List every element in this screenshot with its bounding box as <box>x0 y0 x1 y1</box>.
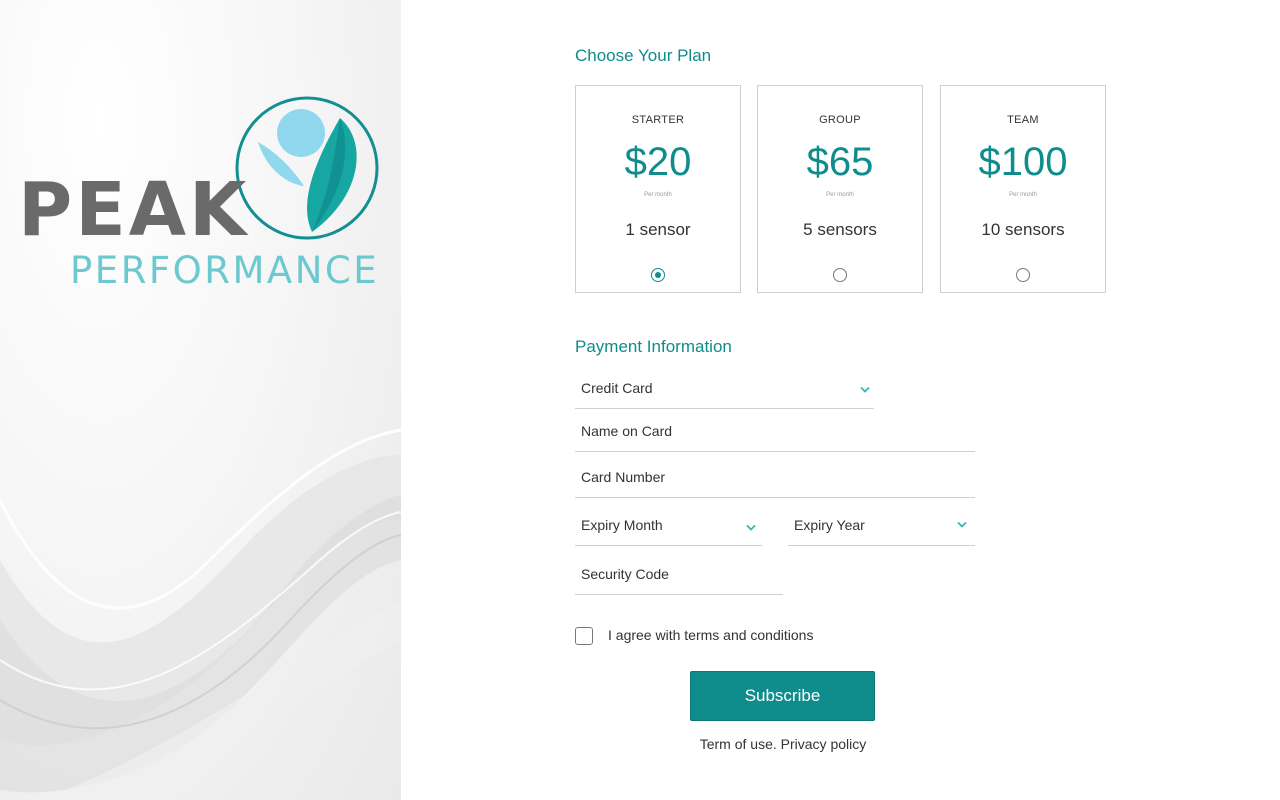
plan-price: $100 <box>978 140 1068 184</box>
expiry-month-placeholder: Expiry Month <box>581 517 663 533</box>
logo-peak-text: PEAK <box>18 167 249 253</box>
plan-radio-starter[interactable] <box>651 268 665 282</box>
brand-panel: PEAK PERFORMANCE <box>0 0 401 800</box>
plan-name: STARTER <box>631 114 685 126</box>
payment-info-title: Payment Information <box>575 337 732 356</box>
footer-links: Term of use. Privacy policy <box>575 736 991 752</box>
terms-checkbox[interactable] <box>575 627 593 645</box>
plan-sensors: 1 sensor <box>625 220 691 239</box>
name-on-card-placeholder: Name on Card <box>581 423 673 439</box>
chevron-down-icon <box>860 386 870 393</box>
terms-of-use-link[interactable]: Term of use. <box>700 736 777 752</box>
card-number-field[interactable]: Card Number <box>575 459 975 498</box>
plan-radio-group[interactable] <box>833 268 847 282</box>
card-number-placeholder: Card Number <box>581 469 666 485</box>
plan-card-group[interactable]: GROUP $65 Per month 5 sensors <box>757 85 923 293</box>
privacy-policy-link[interactable]: Privacy policy <box>781 736 867 752</box>
chevron-down-icon <box>746 524 756 531</box>
plan-period: Per month <box>644 192 672 198</box>
payment-method-value: Credit Card <box>581 380 653 396</box>
plan-name: TEAM <box>1007 114 1039 126</box>
plan-radio-team[interactable] <box>1016 268 1030 282</box>
payment-method-select[interactable]: Credit Card <box>575 370 874 409</box>
plan-price: $65 <box>806 140 874 184</box>
logo-performance-text: PERFORMANCE <box>70 249 379 292</box>
plan-period: Per month <box>1009 192 1037 198</box>
plan-price: $20 <box>624 140 692 184</box>
expiry-month-select[interactable]: Expiry Month <box>575 507 762 546</box>
subscribe-button[interactable]: Subscribe <box>690 671 875 721</box>
peak-performance-logo: PEAK PERFORMANCE <box>18 96 379 292</box>
plan-card-team[interactable]: TEAM $100 Per month 10 sensors <box>940 85 1106 293</box>
chevron-down-icon <box>957 521 967 528</box>
plan-sensors: 5 sensors <box>803 220 877 239</box>
name-on-card-field[interactable]: Name on Card <box>575 413 975 452</box>
plan-period: Per month <box>826 192 854 198</box>
plan-sensors: 10 sensors <box>981 220 1065 239</box>
expiry-year-placeholder: Expiry Year <box>794 517 865 533</box>
choose-plan-title: Choose Your Plan <box>575 46 712 65</box>
security-code-placeholder: Security Code <box>581 566 669 582</box>
plan-name: GROUP <box>819 114 861 126</box>
expiry-year-select[interactable]: Expiry Year <box>788 507 975 546</box>
terms-label[interactable]: I agree with terms and conditions <box>608 627 813 643</box>
plan-card-starter[interactable]: STARTER $20 Per month 1 sensor <box>575 85 741 293</box>
security-code-field[interactable]: Security Code <box>575 556 783 595</box>
